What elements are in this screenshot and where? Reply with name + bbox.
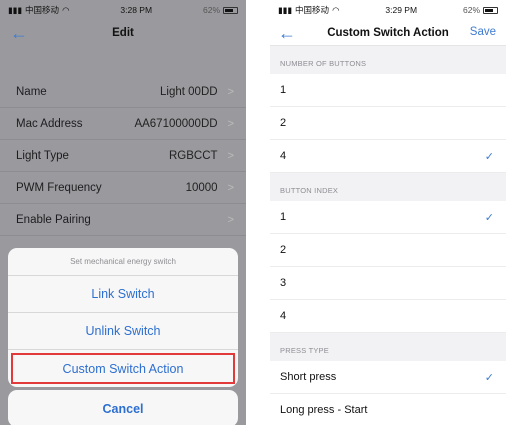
- battery-percent: 62%: [202, 5, 220, 15]
- cancel-button[interactable]: Cancel: [8, 390, 238, 425]
- option-label: 3: [280, 277, 287, 289]
- options-list: NUMBER OF BUTTONS 1 2 4 ✓ BUTTON INDEX 1 ✓ 2 3 4 PR…: [270, 46, 506, 425]
- settings-row[interactable]: Enable Pairing >: [0, 204, 246, 236]
- settings-row-label: Mac Address: [16, 117, 83, 130]
- status-time: 3:29 PM: [385, 5, 418, 15]
- edit-screen: ▮▮▮ 中国移动 ◠ 3:28 PM 62% ← Edit Name Light …: [0, 0, 246, 425]
- signal-indicator: ▮▮▮ 中国移动 ◠: [8, 4, 69, 16]
- section-header: PRESS TYPE: [270, 333, 506, 361]
- option-label: 2: [280, 244, 287, 256]
- option-row[interactable]: 3: [270, 267, 506, 300]
- custom-switch-action-screen: ▮▮▮ 中国移动 ◠ 3:29 PM 62% ← Custom Switch A…: [270, 0, 506, 425]
- settings-row[interactable]: Mac Address AA67100000DD >: [0, 108, 246, 140]
- option-row[interactable]: Short press ✓: [270, 361, 506, 394]
- settings-row-value: RGBCCT: [169, 149, 218, 162]
- settings-row[interactable]: PWM Frequency 10000 >: [0, 172, 246, 204]
- option-row[interactable]: 4 ✓: [270, 140, 506, 173]
- nav-bar: ← Custom Switch Action Save: [270, 20, 506, 46]
- battery-icon: [223, 6, 238, 14]
- checkmark-icon: ✓: [484, 150, 494, 163]
- option-label: 1: [280, 211, 287, 223]
- battery-icon: [483, 6, 498, 14]
- option-label: 2: [280, 117, 287, 129]
- settings-row-value-group: Light 00DD >: [160, 86, 234, 98]
- chevron-right-icon: >: [227, 117, 234, 130]
- settings-list: Name Light 00DD > Mac Address AA67100000DD > L…: [0, 76, 246, 236]
- option-row[interactable]: Long press - Start: [270, 394, 506, 425]
- carrier-label: 中国移动: [25, 5, 60, 15]
- option-row[interactable]: 1: [270, 74, 506, 107]
- settings-row-value: 10000: [185, 181, 218, 194]
- status-bar: ▮▮▮ 中国移动 ◠ 3:29 PM 62%: [270, 0, 506, 20]
- settings-row-value-group: AA67100000DD >: [134, 118, 234, 130]
- nav-bar: ← Edit: [0, 20, 246, 46]
- carrier-label: 中国移动: [295, 5, 330, 15]
- chevron-right-icon: >: [227, 149, 234, 162]
- signal-icon: ▮▮▮: [278, 4, 293, 15]
- checkmark-icon: ✓: [484, 211, 494, 224]
- action-sheet-title: Set mechanical energy switch: [8, 248, 238, 276]
- settings-row-value-group: >: [218, 214, 234, 226]
- settings-row-label: Name: [16, 85, 47, 98]
- option-row[interactable]: 1 ✓: [270, 201, 506, 234]
- action-sheet: Set mechanical energy switch Link Switch…: [8, 248, 238, 387]
- save-button[interactable]: Save: [470, 26, 496, 38]
- back-arrow-icon[interactable]: ←: [278, 24, 296, 42]
- signal-indicator: ▮▮▮ 中国移动 ◠: [278, 4, 339, 16]
- link-switch-button[interactable]: Link Switch: [8, 276, 238, 313]
- status-time: 3:28 PM: [120, 5, 153, 15]
- battery-indicator: 62%: [203, 5, 238, 15]
- signal-icon: ▮▮▮: [8, 4, 23, 15]
- settings-row-value: AA67100000DD: [134, 117, 218, 130]
- option-label: Long press - Start: [280, 404, 368, 416]
- option-label: 4: [280, 310, 287, 322]
- option-row[interactable]: 4: [270, 300, 506, 333]
- section-header: NUMBER OF BUTTONS: [270, 46, 506, 74]
- settings-row-value: Light 00DD: [160, 85, 218, 98]
- battery-indicator: 62%: [463, 5, 498, 15]
- settings-row[interactable]: Light Type RGBCCT >: [0, 140, 246, 172]
- settings-row-value-group: RGBCCT >: [169, 150, 234, 162]
- option-label: Short press: [280, 371, 337, 383]
- option-row[interactable]: 2: [270, 107, 506, 140]
- option-label: 1: [280, 84, 287, 96]
- wifi-icon: ◠: [332, 4, 340, 15]
- option-label: 4: [280, 150, 287, 162]
- page-title: Custom Switch Action: [327, 26, 449, 39]
- wifi-icon: ◠: [62, 4, 70, 15]
- custom-switch-action-button[interactable]: Custom Switch Action: [8, 350, 238, 387]
- checkmark-icon: ✓: [484, 371, 494, 384]
- chevron-right-icon: >: [227, 85, 234, 98]
- section-header: BUTTON INDEX: [270, 173, 506, 201]
- battery-percent: 62%: [462, 5, 480, 15]
- settings-row-label: PWM Frequency: [16, 181, 102, 194]
- status-bar: ▮▮▮ 中国移动 ◠ 3:28 PM 62%: [0, 0, 246, 20]
- settings-row-label: Enable Pairing: [16, 213, 91, 226]
- settings-row[interactable]: Name Light 00DD >: [0, 76, 246, 108]
- chevron-right-icon: >: [227, 181, 234, 194]
- back-arrow-icon[interactable]: ←: [10, 24, 28, 42]
- settings-row-label: Light Type: [16, 149, 69, 162]
- option-row[interactable]: 2: [270, 234, 506, 267]
- unlink-switch-button[interactable]: Unlink Switch: [8, 313, 238, 350]
- chevron-right-icon: >: [227, 213, 234, 226]
- settings-row-value-group: 10000 >: [186, 182, 234, 194]
- page-title: Edit: [112, 27, 134, 39]
